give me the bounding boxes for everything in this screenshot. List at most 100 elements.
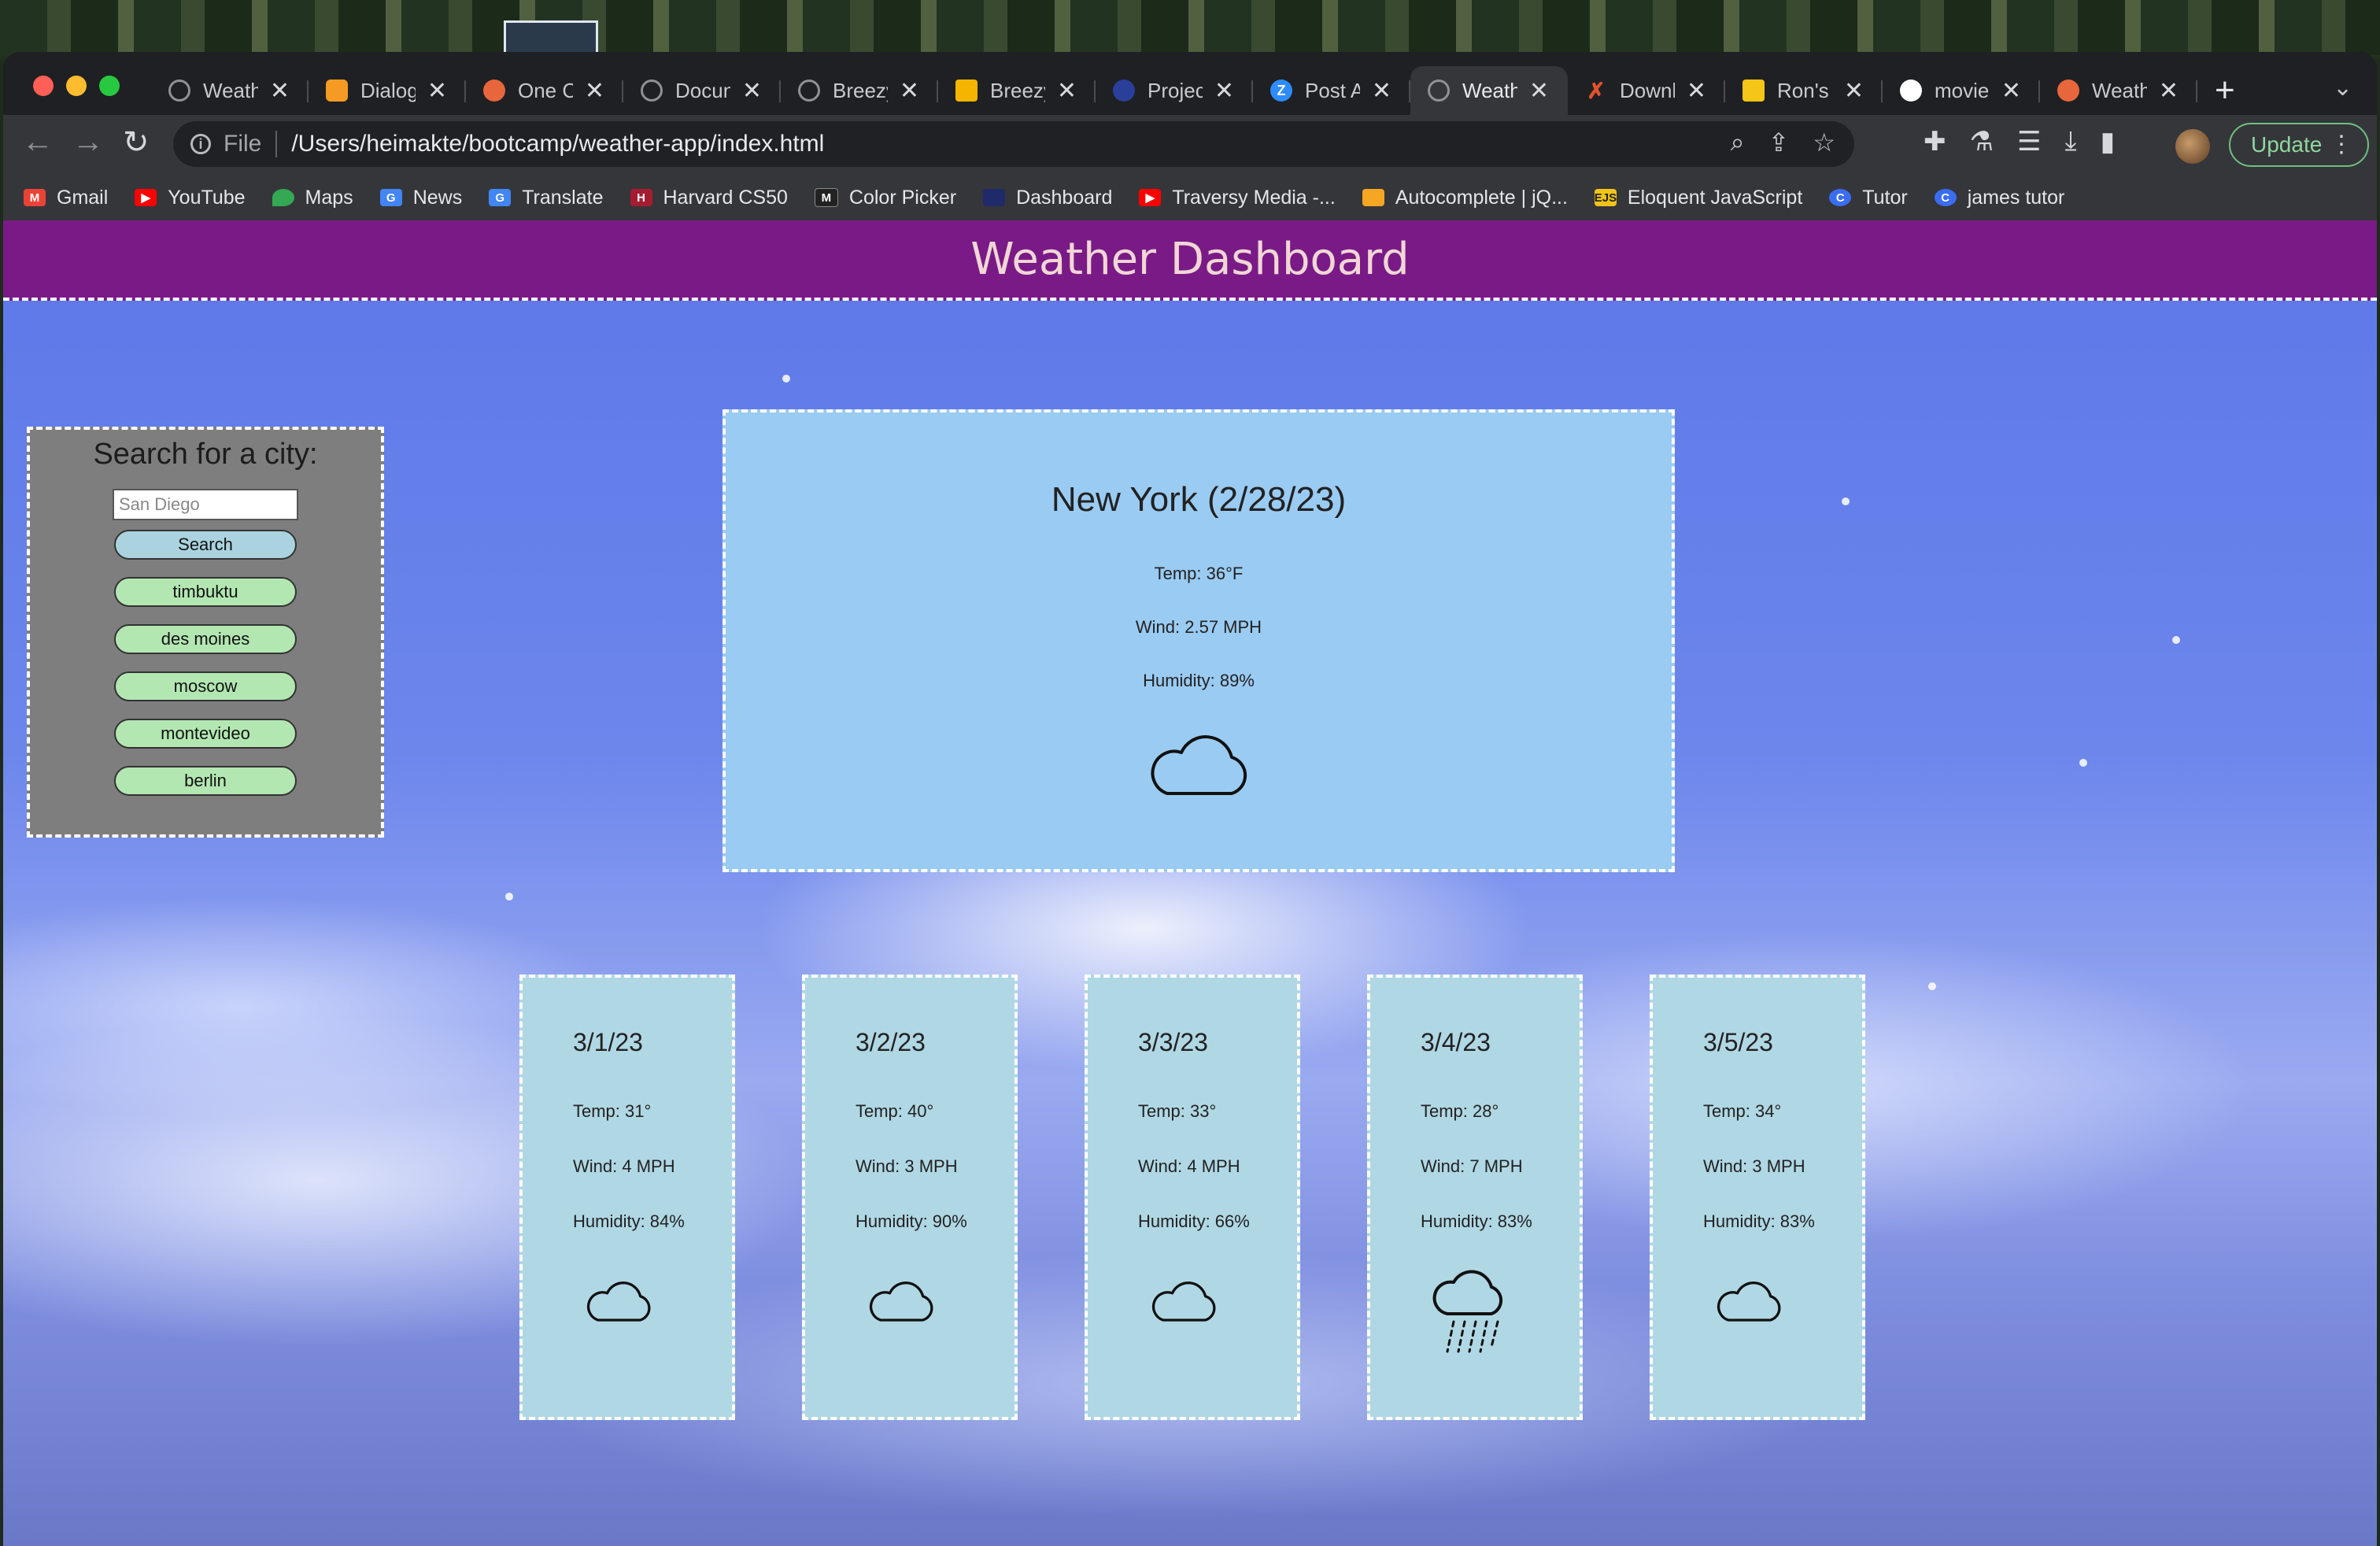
translate-icon: G [489, 189, 512, 206]
close-window-button[interactable] [33, 76, 54, 96]
zoom-magnifier-icon[interactable]: ⌕ [1731, 128, 1745, 157]
new-tab-button[interactable]: + [2215, 71, 2235, 110]
bookmark-color-picker[interactable]: M Color Picker [814, 186, 957, 209]
more-menu-icon[interactable]: ⋮ [2330, 131, 2353, 158]
forecast-temp: Temp: 33° [1138, 1101, 1217, 1121]
close-icon[interactable]: ✕ [1529, 77, 1549, 105]
bookmark-james-tutor[interactable]: Cjames tutor [1934, 187, 2064, 209]
tab-9-active[interactable]: Weath ✕ [1410, 66, 1568, 115]
bookmark-label: Tutor [1862, 186, 1908, 209]
tab-label: Weath [1462, 78, 1517, 102]
bookmark-news[interactable]: G News [379, 186, 463, 209]
bookmark-maps[interactable]: Maps [272, 187, 353, 209]
address-bar[interactable]: i File /Users/heimakte/bootcamp/weather-… [173, 121, 1854, 167]
close-icon[interactable]: ✕ [270, 77, 290, 105]
forecast-temp: Temp: 31° [573, 1101, 652, 1121]
slides-icon [955, 80, 978, 102]
maximize-window-button[interactable] [99, 76, 120, 96]
tab-6[interactable]: Breezy ✕ [938, 66, 1096, 115]
labs-flask-icon[interactable]: ⚗ [1970, 126, 1994, 157]
forecast-date: 3/2/23 [856, 1028, 926, 1056]
tab-5[interactable]: Breezy ✕ [781, 66, 938, 115]
reload-icon[interactable]: ↻ [123, 124, 150, 161]
tab-12[interactable]: movie ✕ [1883, 66, 2040, 115]
bookmark-dashboard[interactable]: Dashboard [983, 187, 1112, 209]
tab-label: Ron's [1777, 78, 1829, 102]
bookmark-harvard-cs50[interactable]: H Harvard CS50 [630, 187, 788, 209]
bookmark-traversy-media[interactable]: ▶ Traversy Media -... [1139, 187, 1336, 209]
bookmark-youtube[interactable]: ▶ YouTube [135, 186, 246, 209]
forecast-date: 3/5/23 [1703, 1028, 1773, 1056]
address-separator [275, 131, 278, 157]
back-arrow-icon[interactable]: ← [22, 124, 54, 160]
bookmark-eloquent-javascript[interactable]: EJS Eloquent JavaScript [1595, 187, 1803, 209]
tab-7[interactable]: Projec ✕ [1096, 66, 1253, 115]
forward-arrow-icon[interactable]: → [72, 124, 104, 160]
tab-4[interactable]: Docun ✕ [623, 66, 781, 115]
tab-3[interactable]: One C ✕ [466, 66, 623, 115]
cloud-icon [1148, 1278, 1297, 1327]
tab-search-chevron-icon[interactable]: ⌄ [2333, 74, 2352, 102]
history-button-timbuktu[interactable]: timbuktu [114, 577, 297, 607]
toolbar: ← → ↻ i File /Users/heimakte/bootcamp/we… [3, 115, 2377, 175]
globe-icon [1428, 80, 1450, 102]
history-button-moscow[interactable]: moscow [114, 671, 297, 701]
cloud-icon [1713, 1278, 1862, 1327]
forecast-wind: Wind: 4 MPH [1138, 1156, 1240, 1176]
sky-star [1928, 982, 1936, 990]
tab-11[interactable]: Ron's ✕ [1725, 66, 1883, 115]
page-title: Weather Dashboard [970, 233, 1410, 285]
tab-8[interactable]: Z Post A ✕ [1253, 66, 1410, 115]
search-button[interactable]: Search [114, 530, 297, 560]
close-icon[interactable]: ✕ [1214, 77, 1234, 105]
tab-label: Weath [2092, 78, 2147, 102]
close-icon[interactable]: ✕ [1057, 77, 1077, 105]
close-icon[interactable]: ✕ [742, 77, 762, 105]
extensions-puzzle-icon[interactable]: ✚ [1924, 126, 1946, 157]
address-url[interactable]: /Users/heimakte/bootcamp/weather-app/ind… [291, 131, 824, 157]
info-icon[interactable]: i [190, 134, 211, 154]
close-icon[interactable]: ✕ [1844, 77, 1864, 105]
close-icon[interactable]: ✕ [427, 77, 447, 105]
close-icon[interactable]: ✕ [2001, 77, 2021, 105]
reading-list-icon[interactable]: ☰ [2017, 126, 2041, 157]
history-button-berlin[interactable]: berlin [114, 766, 297, 796]
close-icon[interactable]: ✕ [2159, 77, 2179, 105]
close-icon[interactable]: ✕ [1372, 77, 1391, 105]
share-icon[interactable]: ⇪ [1768, 128, 1790, 157]
side-panel-icon[interactable]: ▮ [2101, 126, 2116, 157]
bookmarks-bar: M Gmail ▶ YouTube Maps G News G Translate HH… [3, 175, 2377, 220]
city-search-input[interactable] [113, 489, 298, 520]
tab-1[interactable]: Weath ✕ [151, 66, 309, 115]
bookmark-label: News [412, 186, 463, 209]
bookmark-label: YouTube [168, 186, 246, 209]
tab-10[interactable]: ✗ Downl ✕ [1568, 66, 1725, 115]
address-actions: ⌕ ⇪ ☆ [1731, 128, 1835, 157]
forecast-wind: Wind: 7 MPH [1421, 1156, 1523, 1176]
tab-label: Breezy [990, 78, 1045, 102]
bookmark-autocomplete-jquery[interactable]: Autocomplete | jQ... [1362, 187, 1568, 209]
update-button[interactable]: Update ⋮ [2229, 123, 2369, 167]
history-button-des-moines[interactable]: des moines [114, 624, 297, 654]
close-icon[interactable]: ✕ [1687, 77, 1706, 105]
bookmark-tutor[interactable]: C Tutor [1829, 186, 1908, 209]
sky-star [505, 893, 513, 901]
bookmark-star-icon[interactable]: ☆ [1813, 128, 1835, 157]
forecast-date: 3/1/23 [573, 1028, 643, 1056]
history-button-montevideo[interactable]: montevideo [114, 719, 297, 749]
close-icon[interactable]: ✕ [585, 77, 604, 105]
tab-2[interactable]: Dialog ✕ [309, 66, 466, 115]
close-icon[interactable]: ✕ [900, 77, 919, 105]
bookmark-label: Color Picker [848, 186, 957, 209]
minimize-window-button[interactable] [66, 76, 87, 96]
ejs-icon: EJS [1595, 189, 1617, 206]
bookmark-gmail[interactable]: M Gmail [24, 187, 108, 209]
profile-avatar[interactable] [2175, 129, 2210, 164]
tab-13[interactable]: Weath ✕ [2040, 66, 2197, 115]
globe-icon [641, 80, 663, 102]
github-icon [1900, 80, 1922, 102]
bookmark-label: Harvard CS50 [663, 186, 788, 209]
download-icon[interactable]: ⤓ [2064, 126, 2076, 157]
bookmark-translate[interactable]: G Translate [489, 187, 604, 209]
forecast-wind: Wind: 4 MPH [573, 1156, 675, 1176]
